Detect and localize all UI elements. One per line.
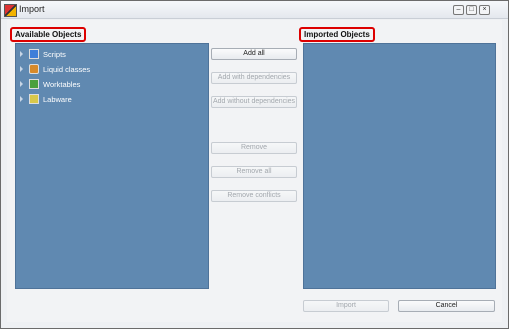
dialog-content: Available Objects Scripts Liquid classes… [7, 20, 502, 322]
worktables-icon [29, 79, 39, 89]
imported-objects-label: Imported Objects [299, 27, 375, 42]
tree-item-liquid-classes[interactable]: Liquid classes [20, 63, 90, 75]
expand-arrow-icon[interactable] [20, 81, 23, 87]
tree-item-labware[interactable]: Labware [20, 93, 72, 105]
scripts-icon [29, 49, 39, 59]
title-bar: Import – □ × [1, 1, 508, 19]
maximize-icon[interactable]: □ [466, 5, 477, 15]
add-with-dependencies-button[interactable]: Add with dependencies [211, 72, 297, 84]
remove-button[interactable]: Remove [211, 142, 297, 154]
tree-item-scripts[interactable]: Scripts [20, 48, 66, 60]
imported-objects-list[interactable] [303, 43, 496, 289]
app-icon [4, 4, 17, 17]
minimize-icon[interactable]: – [453, 5, 464, 15]
tree-item-label: Scripts [43, 49, 66, 59]
remove-conflicts-button[interactable]: Remove conflicts [211, 190, 297, 202]
tree-item-label: Liquid classes [43, 64, 91, 74]
available-objects-label: Available Objects [10, 27, 87, 42]
labware-icon [29, 94, 39, 104]
liquid-classes-icon [29, 64, 39, 74]
add-without-dependencies-button[interactable]: Add without dependencies [211, 96, 297, 108]
expand-arrow-icon[interactable] [20, 96, 23, 102]
expand-arrow-icon[interactable] [20, 51, 23, 57]
tree-item-label: Labware [43, 94, 72, 104]
cancel-button[interactable]: Cancel [398, 300, 495, 312]
add-all-button[interactable]: Add all [211, 48, 297, 60]
import-dialog: Import – □ × Available Objects Scripts L… [0, 0, 509, 329]
remove-all-button[interactable]: Remove all [211, 166, 297, 178]
window-title: Import [19, 4, 45, 14]
import-button[interactable]: Import [303, 300, 389, 312]
close-icon[interactable]: × [479, 5, 490, 15]
expand-arrow-icon[interactable] [20, 66, 23, 72]
tree-item-label: Worktables [43, 79, 81, 89]
available-objects-tree[interactable]: Scripts Liquid classes Worktables Labwar… [15, 43, 209, 289]
tree-item-worktables[interactable]: Worktables [20, 78, 80, 90]
